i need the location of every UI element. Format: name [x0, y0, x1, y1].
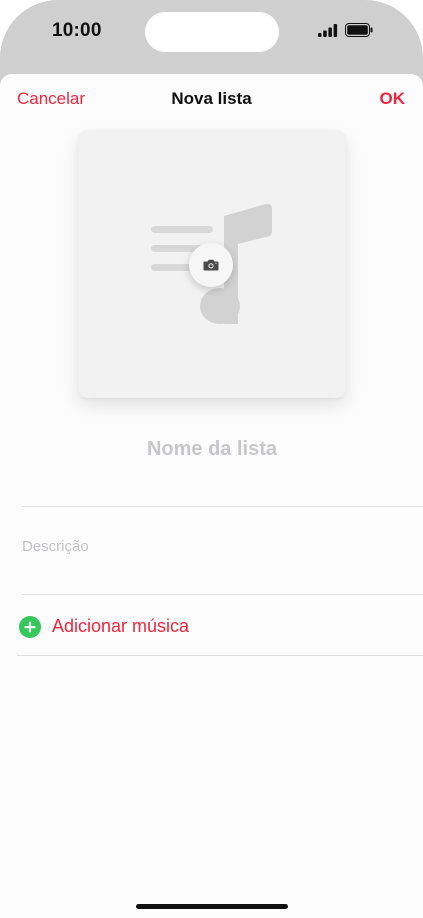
home-indicator[interactable]: [136, 904, 288, 909]
playlist-name-field[interactable]: Nome da lista: [22, 426, 423, 507]
nav-bar: Cancelar Nova lista OK: [0, 74, 423, 122]
signal-icon: [318, 23, 338, 37]
playlist-name-input[interactable]: Nome da lista: [22, 438, 402, 461]
add-music-button[interactable]: Adicionar música: [17, 594, 423, 656]
description-input[interactable]: Descrição: [22, 538, 89, 555]
camera-button[interactable]: [189, 243, 233, 287]
phone-screen: 10:00 Cancelar Nova lista OK Nome da lis…: [0, 0, 423, 918]
add-music-label: Adicionar música: [52, 616, 190, 636]
page-title: Nova lista: [171, 89, 252, 108]
dynamic-island: [145, 12, 279, 52]
new-playlist-sheet: Cancelar Nova lista OK Nome da lista Des…: [0, 74, 423, 918]
playlist-artwork[interactable]: [78, 130, 346, 398]
ok-button[interactable]: OK: [380, 89, 406, 109]
plus-circle-icon: [19, 616, 41, 638]
description-field[interactable]: Descrição: [22, 506, 423, 595]
camera-icon: [203, 259, 219, 271]
battery-icon: [345, 23, 373, 37]
status-time: 10:00: [52, 20, 102, 41]
status-icons: [318, 23, 373, 37]
